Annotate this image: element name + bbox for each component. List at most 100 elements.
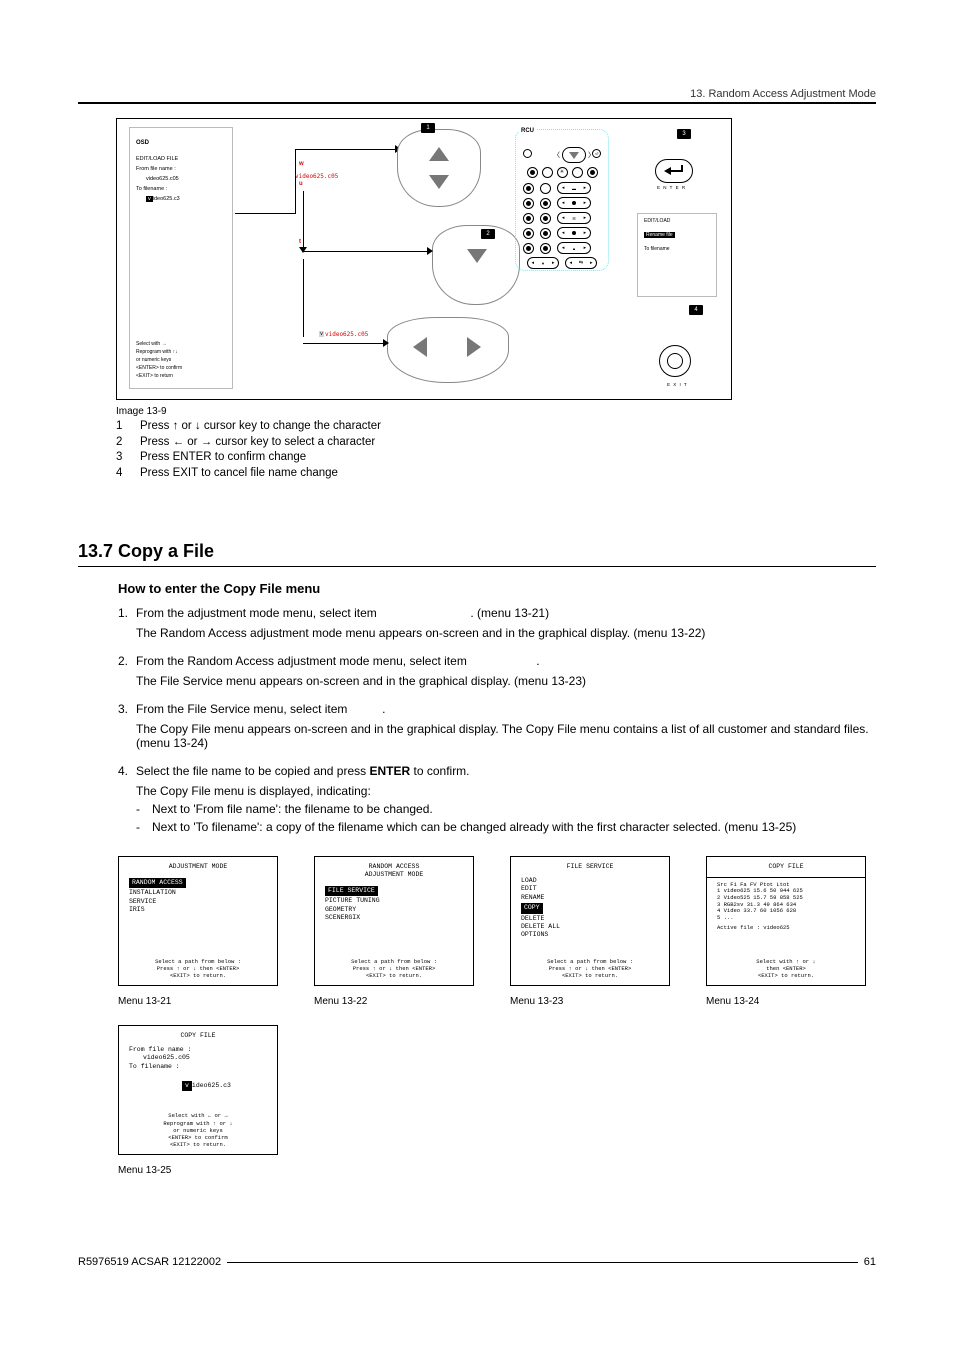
menu-item: PICTURE TUNING: [325, 897, 463, 905]
legend-text: Press ↑ or ↓ cursor key to change the ch…: [140, 419, 381, 435]
menu-item: GEOMETRY: [325, 906, 463, 914]
menu-caption: Menu 13-23: [510, 996, 670, 1007]
step-text: Select the file name to be copied and pr…: [136, 764, 369, 778]
right-panel: E N T E R EDIT/LOAD Rename file To filen…: [623, 129, 723, 387]
menu-title: COPY FILE: [129, 1032, 267, 1040]
menu-footer: <EXIT> to return.: [717, 972, 855, 979]
mini-title: EDIT/LOAD: [644, 218, 710, 224]
osd-panel: OSD EDIT/LOAD FILE From file name : vide…: [129, 127, 233, 389]
menu-footer: Select with ← or →: [129, 1112, 267, 1119]
osd-line: video625.c3: [146, 196, 232, 202]
char-filename: video625.c05: [295, 173, 338, 180]
char-label-t: t: [299, 239, 301, 245]
callout-badge-1: 1: [421, 123, 435, 133]
step-italic: Copy: [351, 702, 379, 716]
step-number: 1.: [118, 606, 136, 646]
menu-item: To filename :: [129, 1063, 267, 1071]
menu-footer: Select a path from below :: [325, 958, 463, 965]
triangle-down-icon: [467, 249, 487, 263]
menu-item: video625.c05: [143, 1054, 267, 1062]
exit-button: [659, 345, 691, 377]
menu-item: INSTALLATION: [129, 889, 267, 897]
triangle-left-icon: [413, 337, 427, 357]
menu-item: SCENERGIX: [325, 914, 463, 922]
menu-13-23: FILE SERVICE LOAD EDIT RENAME COPY DELET…: [510, 856, 670, 986]
osd-line: To filename :: [136, 186, 232, 192]
menu-title: RANDOM ACCESS ADJUSTMENT MODE: [325, 863, 463, 879]
page-number: 61: [864, 1256, 876, 1268]
osd-help: Select with → Reprogram with ↑↓ or numer…: [136, 340, 226, 380]
menu-13-22: RANDOM ACCESS ADJUSTMENT MODE FILE SERVI…: [314, 856, 474, 986]
osd-help-line: Select with →: [136, 340, 226, 348]
callout-badge-2: 2: [481, 229, 495, 239]
legend-num: 2: [116, 435, 140, 451]
menu-caption: Menu 13-25: [118, 1165, 278, 1176]
enter-arrow-icon: [664, 167, 671, 175]
step-result: The Copy File menu appears on-screen and…: [136, 722, 876, 750]
legend-num: 3: [116, 450, 140, 466]
menu-footer: <ENTER> to confirm: [129, 1134, 267, 1141]
mouse-outline-1: [397, 129, 481, 207]
step-italic: File Service: [470, 654, 533, 668]
step-number: 4.: [118, 764, 136, 834]
menu-title: COPY FILE: [717, 863, 855, 871]
footer-line: [227, 1262, 858, 1263]
step-text: .: [382, 702, 385, 716]
mouse-outline-3: [387, 317, 509, 383]
osd-title: OSD: [136, 140, 232, 146]
menu-caption: Menu 13-24: [706, 996, 866, 1007]
menu-selected: RANDOM ACCESS: [129, 878, 186, 888]
step-result: The Copy File menu is displayed, indicat…: [136, 784, 876, 798]
menu-item: RENAME: [521, 894, 659, 902]
menu-item: EDIT: [521, 885, 659, 893]
menu-footer: <EXIT> to return.: [129, 972, 267, 979]
menu-item: SERVICE: [129, 898, 267, 906]
menu-item: DELETE ALL: [521, 923, 659, 931]
menu-active: Active file : video625: [717, 925, 855, 932]
osd-rest: ideo625.c3: [153, 196, 180, 202]
char-label-w: w: [299, 161, 304, 167]
char-filename-2: video625.c05: [325, 331, 368, 338]
menu-item: DELETE: [521, 915, 659, 923]
menu-title: FILE SERVICE: [521, 863, 659, 871]
menu-footer: Select a path from below :: [521, 958, 659, 965]
osd-line: From file name :: [136, 166, 232, 172]
menu-footer: <EXIT> to return.: [129, 1141, 267, 1148]
menu-footer: Press ↑ or ↓ then <ENTER>: [521, 965, 659, 972]
menu-footer: Select with ↑ or ↓: [717, 958, 855, 965]
menu-title: ADJUSTMENT MODE: [129, 863, 267, 871]
gray-char-chip: v: [319, 331, 324, 337]
menu-footer: then <ENTER>: [717, 965, 855, 972]
menu-footer: Reprogram with ↑ or ↓: [129, 1120, 267, 1127]
step-text: . (menu 13-21): [470, 606, 549, 620]
menu-13-25: COPY FILE From file name : video625.c05 …: [118, 1025, 278, 1155]
right-mini-panel: EDIT/LOAD Rename file To filename: [637, 213, 717, 297]
menu-footer: <EXIT> to return.: [325, 972, 463, 979]
menu-caption: Menu 13-21: [118, 996, 278, 1007]
dash-text: Next to 'To filename': a copy of the fil…: [152, 820, 796, 834]
menu-footer: Press ↑ or ↓ then <ENTER>: [129, 965, 267, 972]
step-text: From the Random Access adjustment mode m…: [136, 654, 470, 668]
menu-item: IRIS: [129, 906, 267, 914]
step-text: to confirm.: [414, 764, 470, 778]
menu-footer: <EXIT> to return.: [521, 972, 659, 979]
enter-button: [655, 159, 693, 183]
osd-help-line: or numeric keys: [136, 356, 226, 364]
dash: -: [136, 802, 152, 816]
osd-help-line: <ENTER> to confirm: [136, 364, 226, 372]
osd-help-line: Reprogram with ↑↓: [136, 348, 226, 356]
menu-selected: COPY: [521, 903, 543, 913]
mouse-outline-2: [432, 225, 520, 305]
exit-label: E X I T: [667, 382, 688, 387]
step-text: From the File Service menu, select item: [136, 702, 351, 716]
menu-footer: Select a path from below :: [129, 958, 267, 965]
legend-text: Press ← or → cursor key to select a char…: [140, 435, 375, 451]
menu-selected: FILE SERVICE: [325, 886, 378, 896]
dash-text: Next to 'From file name': the filename t…: [152, 802, 433, 816]
osd-line: EDIT/LOAD FILE: [136, 156, 232, 162]
section-heading: 13.7 Copy a File: [78, 541, 876, 562]
legend-num: 4: [116, 466, 140, 482]
char-label-u: u: [299, 181, 303, 187]
osd-line: video625.c05: [146, 176, 232, 182]
step-result: The Random Access adjustment mode menu a…: [136, 626, 876, 640]
